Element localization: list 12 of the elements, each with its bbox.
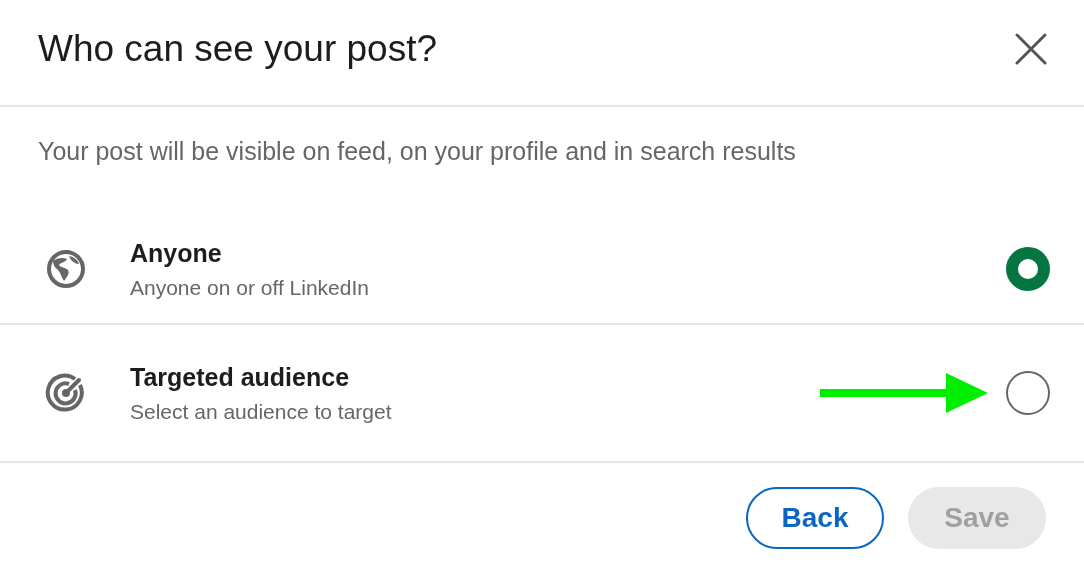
option-label: Targeted audience	[130, 362, 351, 392]
option-description: Anyone on or off LinkedIn	[130, 275, 370, 300]
back-button[interactable]: Back	[746, 487, 884, 549]
dialog-title: Who can see your post?	[38, 27, 437, 70]
radio-button[interactable]	[1006, 247, 1050, 291]
globe-icon	[45, 248, 87, 290]
close-button[interactable]	[1014, 31, 1048, 66]
target-icon	[45, 372, 87, 414]
option-description: Select an audience to target	[130, 399, 393, 424]
radio-button[interactable]	[1006, 371, 1050, 415]
option-label: Anyone	[130, 238, 223, 268]
description-text: Your post will be visible on feed, on your profile and in search results	[37, 136, 797, 167]
